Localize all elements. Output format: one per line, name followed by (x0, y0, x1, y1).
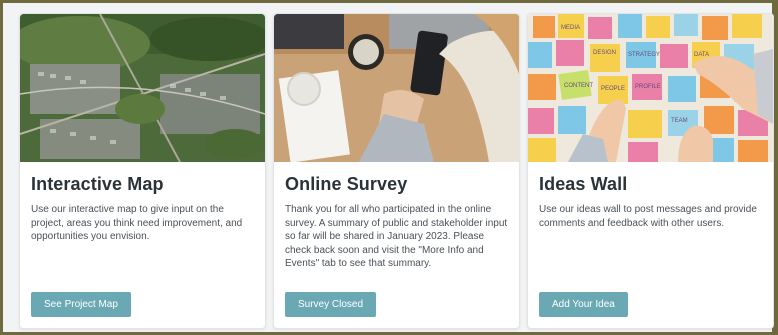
card-online-survey: Online Survey Thank you for all who part… (273, 13, 520, 329)
engagement-cards: Interactive Map Use our interactive map … (19, 13, 774, 329)
card-title: Ideas Wall (539, 174, 628, 194)
card-ideas-wall: MEDIA DESIGN STRATEGY DATA PEOPLE PROFIL… (527, 13, 774, 329)
desk-phone-coffee-image (274, 14, 519, 162)
card-title: Online Survey (285, 174, 408, 194)
see-project-map-button[interactable]: See Project Map (31, 292, 131, 317)
sticky-note-word: CONTENT (564, 83, 593, 89)
survey-closed-button[interactable]: Survey Closed (285, 292, 377, 317)
card-description: Thank you for all who participated in th… (285, 204, 508, 269)
sticky-note-word: MEDIA (561, 25, 580, 31)
aerial-neighborhood-image (20, 14, 265, 162)
sticky-note-word: DESIGN (593, 50, 616, 56)
sticky-note-word: STRATEGY (628, 52, 660, 58)
sticky-note-word: PROFILE (635, 84, 661, 90)
card-description: Use our ideas wall to post messages and … (539, 204, 757, 229)
page-frame: Interactive Map Use our interactive map … (0, 0, 778, 335)
add-your-idea-button[interactable]: Add Your Idea (539, 292, 628, 317)
sticky-note-word: TEAM (671, 118, 688, 124)
card-interactive-map: Interactive Map Use our interactive map … (19, 13, 266, 329)
sticky-note-word: DATA (694, 52, 709, 58)
card-title: Interactive Map (31, 174, 164, 194)
sticky-note-word: PEOPLE (601, 86, 625, 92)
sticky-notes-wall-image: MEDIA DESIGN STRATEGY DATA PEOPLE PROFIL… (528, 14, 773, 162)
card-description: Use our interactive map to give input on… (31, 204, 243, 242)
